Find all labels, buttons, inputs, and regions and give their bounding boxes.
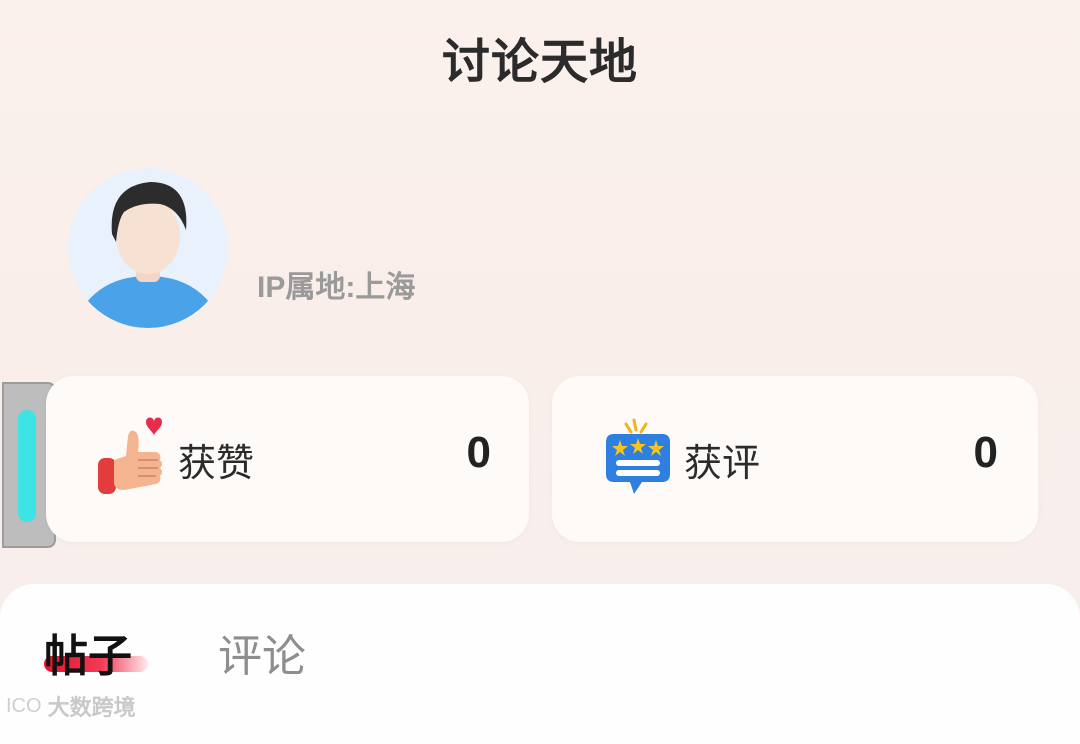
reviews-card[interactable]: 获评 0 <box>552 376 1038 542</box>
watermark-logo: ICO <box>6 694 42 717</box>
user-avatar-icon <box>68 168 228 328</box>
side-handle-bar[interactable] <box>18 410 36 522</box>
reviews-count: 0 <box>973 428 998 477</box>
reviews-label: 获评 <box>684 443 761 485</box>
tab-posts[interactable]: 帖子 <box>44 620 132 684</box>
watermark-text: 大数跨境 <box>47 695 136 720</box>
likes-count: 0 <box>466 428 491 477</box>
avatar[interactable] <box>68 168 228 328</box>
ip-location: IP属地:上海 <box>257 271 416 304</box>
content-panel: 帖子 评论 <box>0 584 1080 744</box>
likes-card[interactable]: 获赞 0 <box>46 376 529 542</box>
tab-comments[interactable]: 评论 <box>218 620 306 684</box>
likes-label: 获赞 <box>178 443 255 485</box>
thumbs-up-heart-icon <box>94 416 174 502</box>
watermark: ICO 大数跨境 <box>6 690 136 722</box>
page-title: 讨论天地 <box>441 36 638 89</box>
star-chat-icon <box>600 416 680 502</box>
